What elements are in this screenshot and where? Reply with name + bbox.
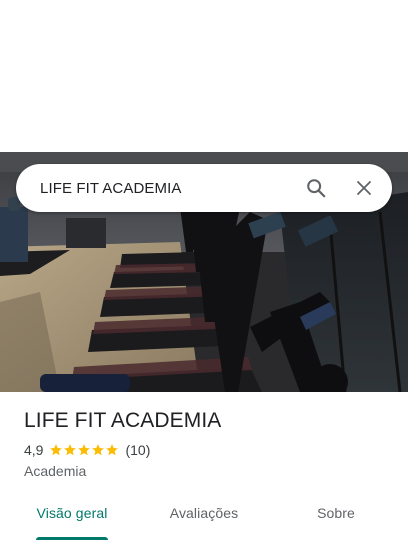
search-icon[interactable]: [292, 164, 340, 212]
star-icon: [106, 444, 119, 456]
star-icon: [50, 444, 63, 456]
star-icon: [78, 444, 91, 456]
place-category: Academia: [24, 463, 87, 479]
place-info: LIFE FIT ACADEMIA 4,9 (10) Academia: [24, 406, 392, 479]
place-tabs: Visão geral Avaliações Sobre: [0, 493, 408, 541]
tab-about[interactable]: Sobre: [286, 493, 386, 533]
star-rating: [49, 443, 119, 457]
active-tab-indicator: [36, 537, 108, 540]
star-icon: [64, 444, 77, 456]
star-icon: [92, 444, 105, 456]
map-blank-area: [0, 0, 408, 152]
rating-value: 4,9: [24, 442, 44, 458]
tab-overview[interactable]: Visão geral: [22, 493, 122, 533]
search-bar[interactable]: LIFE FIT ACADEMIA: [16, 164, 392, 212]
tab-reviews[interactable]: Avaliações: [154, 493, 254, 533]
review-count[interactable]: (10): [125, 442, 150, 458]
rating-row[interactable]: 4,9 (10): [24, 440, 392, 460]
place-title: LIFE FIT ACADEMIA: [24, 409, 222, 432]
search-input[interactable]: LIFE FIT ACADEMIA: [40, 180, 292, 197]
close-icon[interactable]: [340, 164, 388, 212]
